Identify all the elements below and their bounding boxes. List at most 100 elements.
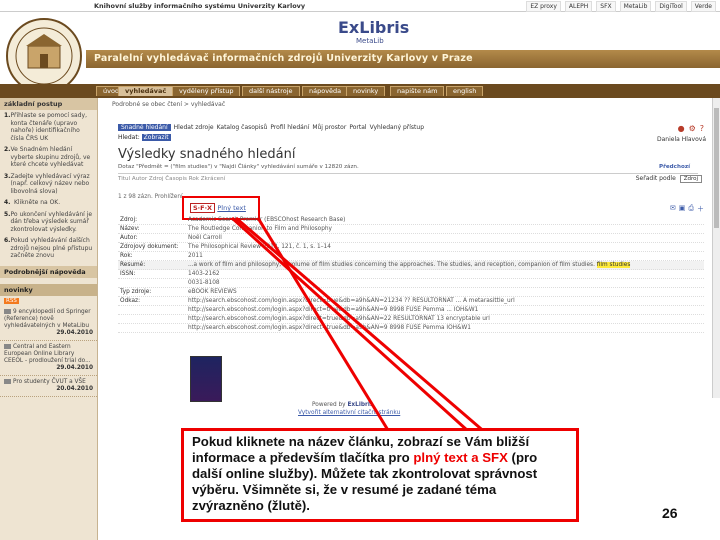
user-icon[interactable]: ● [678,124,685,133]
page-title: Výsledky snadného hledání [118,147,296,162]
banner-title: Paralelní vyhledávač informačních zdrojů… [94,53,473,64]
tab-vyhledavac[interactable]: vyhledávač [118,86,174,96]
news-item[interactable]: Central and Eastern European Online Libr… [0,341,97,376]
user-icons: ● ⚙ ? [678,124,704,133]
display-button[interactable]: Zobrazit [141,134,171,141]
service-link-verde[interactable]: Verde [690,1,716,12]
service-link-ezproxy[interactable]: EZ proxy [526,1,561,12]
record-value[interactable]: The Routledge Companion to Film and Phil… [188,225,704,233]
result-counts: 1 z 98 zázn. Prohlížení [118,194,183,200]
sidebar-step: 1. Přihlaste se pomocí sady, konta čtenář… [0,110,97,144]
record-row: ISSN: 1403-2162 [118,270,704,279]
help-link[interactable]: Podrobnější nápověda [0,265,97,278]
tab-novinky[interactable]: novinky [346,86,386,96]
view-link-profil-hledani[interactable]: Profil hledání [270,124,309,131]
top-service-links: EZ proxy ALEPH SFX MetaLib DigiTool Verd… [526,1,716,12]
record-label [118,279,188,287]
tab-dalsi-nastroje[interactable]: další nástroje [242,86,300,96]
record-link[interactable]: http://search.ebscohost.com/login.aspx?d… [188,324,704,332]
record-row: http://search.ebscohost.com/login.aspx?d… [118,315,704,324]
previous-link[interactable]: Předchozí [659,164,690,170]
title-banner: Paralelní vyhledávač informačních zdrojů… [86,50,720,68]
alt-citation-link[interactable]: Vytvořit alternativní citační stránku [298,410,400,416]
record-link[interactable]: http://search.ebscohost.com/login.aspx?d… [188,306,704,314]
main-content: Podrobné se obec čtení > vyhledávač Snad… [102,98,714,428]
abstract-text: ...a work of film and philosophy, a volu… [188,262,595,268]
view-link-portal[interactable]: Portal [349,124,366,131]
record-value: 0031-8108 [188,280,220,286]
sidebar-step: 4. Klikněte na OK. [0,197,97,209]
powered-by-label: Powered by [312,402,346,408]
settings-icon[interactable]: ⚙ [689,124,696,133]
news-heading: novinky [0,283,97,296]
record-label: Zdrojový dokument: [120,244,179,250]
record-label: Odkaz: [120,298,141,304]
tab-english[interactable]: english [446,86,484,96]
record-row-abstract: Resumé: ...a work of film and philosophy,… [118,261,704,270]
service-link-sfx[interactable]: SFX [596,1,616,12]
search-label: Hledat: [118,134,140,141]
search-label-row: Hledat: Zobrazit [118,134,171,141]
record-label: Typ zdroje: [120,289,152,295]
record-label: Resumé: [120,262,146,268]
view-link-vyhledany-pristup[interactable]: Vyhledaný přístup [370,124,424,131]
step-text: Ve Snadném hledání vyberte skupinu zdroj… [10,146,91,168]
sidebar-step: 3. Zadejte vyhledávací výraz (např. celko… [0,171,97,198]
news-text: Pro studenty ČVUT a VŠE [13,378,86,385]
news-date: 29.04.2010 [56,364,93,371]
view-link-katalog-casopisu[interactable]: Katalog časopisů [217,124,268,131]
service-link-digitool[interactable]: DigiTool [655,1,687,12]
record-label: ISSN: [120,271,136,277]
record-label: Zdroj: [120,217,138,223]
record-row: http://search.ebscohost.com/login.aspx?d… [118,306,704,315]
step-number: 4. [4,199,11,206]
exlibris-brand: ExLibris [338,18,410,37]
sort-select[interactable]: Zdroj [679,175,702,183]
record-link[interactable]: http://search.ebscohost.com/login.aspx?d… [188,297,704,305]
service-link-aleph[interactable]: ALEPH [564,1,593,12]
tab-napoveda[interactable]: nápověda [302,86,349,96]
email-icon[interactable]: ✉ [670,204,676,214]
rss-icon[interactable]: RSS [4,297,19,304]
sidebar-step: 6. Pokud vyhledávání dalších zdrojů nejso… [0,235,97,262]
record-row: Odkaz: http://search.ebscohost.com/login.… [118,297,704,306]
record-row: http://search.ebscohost.com/login.aspx?d… [118,324,704,333]
tab-vydeleny-pristup[interactable]: vydělený přístup [172,86,241,96]
record-row: 0031-8108 [118,279,704,288]
record-link[interactable]: http://search.ebscohost.com/login.aspx?d… [188,315,704,323]
record-row: Autor: Noël Carroll [118,234,704,243]
service-link-metalib[interactable]: MetaLib [619,1,652,12]
news-text: Central and Eastern European Online Libr… [4,343,91,364]
query-text: Dotaz "Předmět = ("film studies") v "Naj… [118,164,359,170]
sidebar-heading: základní postup [0,98,97,110]
powered-by: Powered by ExLibris [312,402,373,408]
news-item[interactable]: Pro studenty ČVUT a VŠE 20.04.2010 [0,376,97,397]
slide-number: 26 [662,505,678,521]
record-detail: Zdroj: Academic Search Premier (EBSCOhost… [118,216,704,333]
add-icon[interactable]: ＋ [697,204,704,214]
news-date: 20.04.2010 [56,385,93,392]
annotation-text: Pokud kliknete na název článku, zobrazí … [192,434,568,514]
record-row: Zdroj: Academic Search Premier (EBSCOhost… [118,216,704,225]
exlibris-logo: ExLibris MetaLib [338,18,409,45]
print-icon[interactable]: ⎙ [688,204,694,214]
record-row: Rok: 2011 [118,252,704,261]
vertical-scrollbar[interactable] [712,98,720,398]
view-link-muj-prostor[interactable]: Můj prostor [312,124,346,131]
query-summary: Dotaz "Předmět = ("film studies") v "Naj… [118,164,698,174]
record-row: Zdrojový dokument: The Philosophical Revi… [118,243,704,252]
tab-napiste-nam[interactable]: napište nám [390,86,445,96]
help-icon[interactable]: ? [700,124,704,133]
news-item[interactable]: 9 encyklopedií od Springer (Reference) n… [0,306,97,341]
view-link-hledat-zdroje[interactable]: Hledat zdroje [174,124,214,131]
record-row: Typ zdroje: eBOOK REVIEWS [118,288,704,297]
top-strip-title: Knihovní služby informačního systému Uni… [94,2,306,10]
view-link-snadne-hledani[interactable]: Snadné hledání [118,124,171,131]
book-cover-image[interactable] [190,356,222,402]
scrollbar-thumb[interactable] [714,108,719,228]
save-icon[interactable]: ▣ [679,204,686,214]
sidebar: základní postup 1. Přihlaste se pomocí sa… [0,98,98,540]
record-label [118,306,188,314]
record-value[interactable]: Noël Carroll [188,234,704,242]
record-row: Název: The Routledge Companion to Film an… [118,225,704,234]
